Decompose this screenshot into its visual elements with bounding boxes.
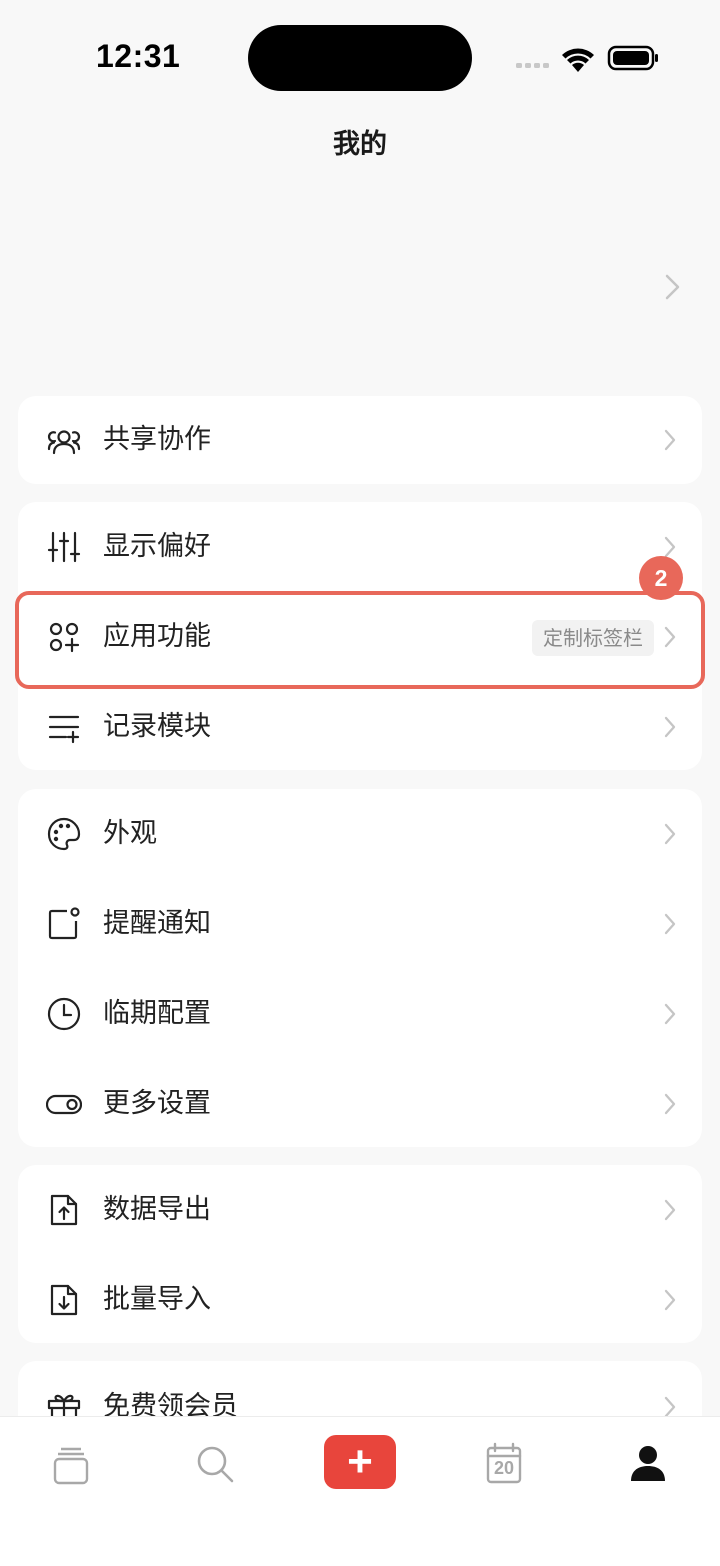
list-add-icon xyxy=(48,715,80,744)
settings-card: 外观 提醒通知 临期配置 更多设置 xyxy=(18,789,702,1147)
row-label: 更多设置 xyxy=(103,1088,211,1119)
toggle-icon xyxy=(46,1094,82,1115)
page-title: 我的 xyxy=(333,129,387,160)
tab-bar: + 20 xyxy=(0,1416,720,1566)
row-label: 数据导出 xyxy=(103,1194,211,1225)
chevron-right-icon xyxy=(664,429,676,451)
row-expiry-config[interactable]: 临期配置 xyxy=(18,969,702,1059)
dynamic-island xyxy=(248,25,472,91)
status-icons xyxy=(516,45,658,72)
status-bar: 12:31 xyxy=(0,0,720,110)
data-card: 数据导出 批量导入 xyxy=(18,1165,702,1343)
notification-icon xyxy=(48,907,80,940)
stack-icon[interactable] xyxy=(46,1439,96,1489)
chevron-right-icon xyxy=(664,716,676,738)
row-record-modules[interactable]: 记录模块 xyxy=(18,682,702,772)
file-export-icon xyxy=(50,1194,78,1226)
row-share-collab[interactable]: 共享协作 xyxy=(18,396,702,484)
signal-icon xyxy=(516,63,549,68)
row-appearance[interactable]: 外观 xyxy=(18,789,702,879)
row-more-settings[interactable]: 更多设置 xyxy=(18,1059,702,1149)
row-label: 外观 xyxy=(103,818,157,849)
status-time: 12:31 xyxy=(96,38,181,74)
highlight-box xyxy=(15,591,705,689)
row-label: 提醒通知 xyxy=(103,908,211,939)
add-icon: + xyxy=(347,1437,373,1486)
step-badge: 2 xyxy=(639,556,683,600)
clock-icon xyxy=(47,997,81,1031)
people-icon xyxy=(47,430,81,455)
chevron-right-icon xyxy=(664,1093,676,1115)
row-reminder-notify[interactable]: 提醒通知 xyxy=(18,879,702,969)
calendar-icon[interactable]: 20 xyxy=(479,1439,529,1489)
row-label: 临期配置 xyxy=(103,998,211,1029)
battery-icon xyxy=(607,45,658,71)
row-batch-import[interactable]: 批量导入 xyxy=(18,1255,702,1345)
row-label: 显示偏好 xyxy=(103,531,211,562)
wifi-icon xyxy=(562,48,594,72)
share-card: 共享协作 xyxy=(18,396,702,484)
row-label: 共享协作 xyxy=(103,424,211,455)
row-display-prefs[interactable]: 显示偏好 xyxy=(18,502,702,592)
add-button[interactable]: + xyxy=(324,1435,396,1489)
profile-icon[interactable] xyxy=(623,1439,673,1489)
chevron-right-icon xyxy=(664,1003,676,1025)
chevron-right-icon xyxy=(664,823,676,845)
search-icon[interactable] xyxy=(190,1439,240,1489)
chevron-right-icon xyxy=(664,1199,676,1221)
row-label: 记录模块 xyxy=(103,711,211,742)
row-label: 批量导入 xyxy=(103,1284,211,1315)
sliders-icon xyxy=(47,531,81,563)
chevron-right-icon xyxy=(664,1289,676,1311)
chevron-right-icon xyxy=(664,913,676,935)
palette-icon xyxy=(47,817,81,851)
row-data-export[interactable]: 数据导出 xyxy=(18,1165,702,1255)
profile-chevron-icon[interactable] xyxy=(660,270,684,306)
file-import-icon xyxy=(50,1284,78,1316)
calendar-day: 20 xyxy=(493,1458,515,1478)
